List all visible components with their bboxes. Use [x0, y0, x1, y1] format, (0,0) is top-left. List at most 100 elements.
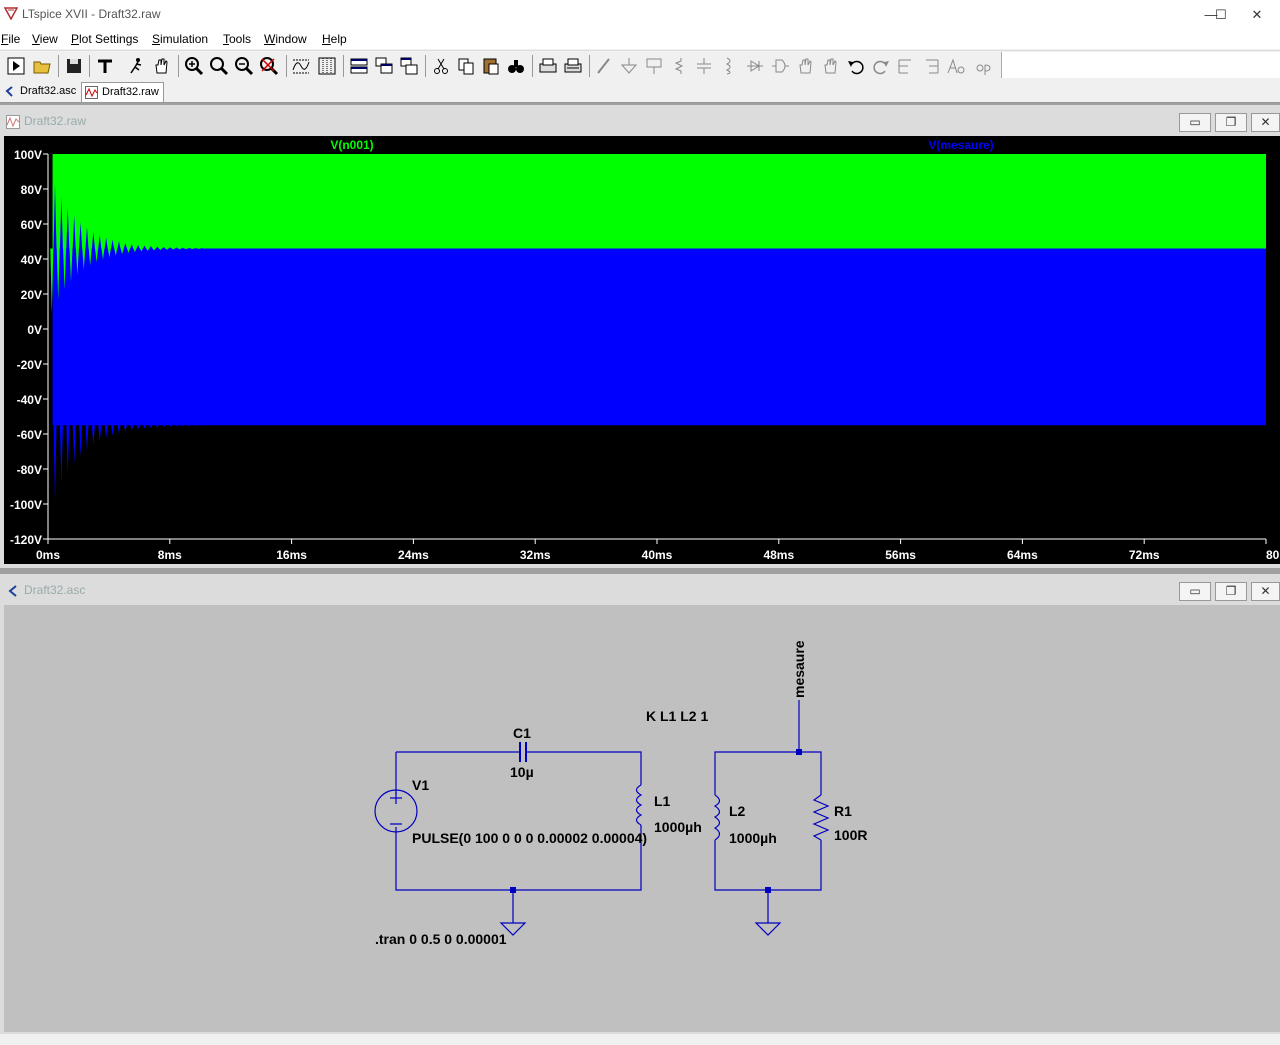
- schematic-window-title: Draft32.asc: [24, 583, 86, 597]
- inductor-icon[interactable]: [719, 56, 739, 76]
- schematic-canvas[interactable]: C1 10µ V1 PULSE(0 100 0 0 0 0.00002 0.00…: [4, 605, 1280, 1032]
- schematic-restore-button[interactable]: ❐: [1215, 582, 1247, 601]
- l1-name-label: L1: [654, 793, 671, 809]
- inductor-l2[interactable]: [713, 794, 721, 841]
- resistor-icon[interactable]: [669, 56, 689, 76]
- autorange-icon[interactable]: [291, 56, 311, 76]
- ground-left[interactable]: [499, 890, 527, 936]
- redo-icon[interactable]: [871, 56, 891, 76]
- spice-directive-icon[interactable]: [972, 56, 992, 76]
- copy-icon[interactable]: [456, 56, 476, 76]
- title-bar: LTspice XVII - Draft32.raw — ☐ ✕: [0, 0, 1280, 29]
- cascade-icon[interactable]: [374, 56, 394, 76]
- ground-icon[interactable]: [619, 56, 639, 76]
- menu-plot-settings[interactable]: Plot Settings: [71, 32, 138, 46]
- series-vmesaure-transient-low: [155, 425, 159, 428]
- menu-tools[interactable]: Tools: [223, 32, 251, 46]
- schematic-close-button[interactable]: ✕: [1251, 582, 1280, 601]
- y-tick-label: 0V: [27, 323, 42, 337]
- cut-icon[interactable]: [431, 56, 451, 76]
- y-tick-label: 40V: [21, 253, 42, 267]
- series-vmesaure-transient-low: [98, 425, 102, 442]
- tile-vertical-icon[interactable]: [399, 56, 419, 76]
- menu-view[interactable]: View: [32, 32, 58, 46]
- series-vmesaure-transient-low: [117, 425, 121, 434]
- trace-label-vn001[interactable]: V(n001): [330, 138, 373, 152]
- window-title: LTspice XVII - Draft32.raw: [22, 7, 161, 21]
- zoom-pan-icon[interactable]: [209, 56, 229, 76]
- component-icon[interactable]: [770, 56, 790, 76]
- drag-hand-icon[interactable]: [820, 56, 840, 76]
- x-tick-label: 16ms: [276, 548, 307, 562]
- plot-close-button[interactable]: ✕: [1251, 113, 1280, 132]
- series-vmesaure-transient-low: [79, 425, 83, 457]
- tab-label: Draft32.raw: [102, 86, 159, 98]
- menu-file[interactable]: File: [1, 32, 20, 46]
- series-vmesaure-transient-low: [174, 425, 178, 427]
- grid-icon[interactable]: [317, 56, 337, 76]
- plot-window-titlebar: Draft32.raw ▭ ❐ ✕: [0, 105, 1280, 137]
- plot-restore-button[interactable]: ❐: [1215, 113, 1247, 132]
- waveform-plot-area[interactable]: 100V 80V 60V 40V 20V 0V -20V -40V -60V -80V -100V -…: [4, 136, 1280, 564]
- series-vmesaure-transient-low: [91, 425, 95, 446]
- x-tick-label: 32ms: [520, 548, 551, 562]
- mirror-icon[interactable]: [921, 56, 941, 76]
- rotate-icon[interactable]: [896, 56, 916, 76]
- status-bar: [0, 1034, 1280, 1045]
- inductor-l1[interactable]: [635, 784, 643, 826]
- series-vmesaure-transient-low: [168, 425, 172, 427]
- diode-icon[interactable]: [745, 56, 765, 76]
- waveform-chart[interactable]: 100V 80V 60V 40V 20V 0V -20V -40V -60V -80V -100V -…: [4, 136, 1280, 564]
- series-vmesaure-transient-low: [143, 425, 147, 429]
- undo-icon[interactable]: [846, 56, 866, 76]
- text-icon[interactable]: [946, 56, 966, 76]
- paste-icon[interactable]: [481, 56, 501, 76]
- capacitor-c1[interactable]: [519, 742, 527, 762]
- zoom-fit-icon[interactable]: [259, 56, 279, 76]
- y-tick-label: -100V: [10, 498, 42, 512]
- draw-wire-icon[interactable]: [594, 56, 614, 76]
- x-tick-label: 48ms: [763, 548, 794, 562]
- print-icon[interactable]: [538, 56, 558, 76]
- schematic-minimize-button[interactable]: ▭: [1179, 582, 1211, 601]
- find-binoculars-icon[interactable]: [506, 56, 526, 76]
- net-label-mesaure[interactable]: mesaure: [791, 640, 807, 698]
- open-folder-icon[interactable]: [32, 56, 52, 76]
- label-net-icon[interactable]: [644, 56, 664, 76]
- print-preview-icon[interactable]: [563, 56, 583, 76]
- resistor-r1[interactable]: [812, 794, 830, 841]
- menu-window[interactable]: Window: [264, 32, 307, 46]
- series-vmesaure-transient-low: [130, 425, 134, 431]
- x-tick-label: 24ms: [398, 548, 429, 562]
- menu-simulation[interactable]: Simulation: [152, 32, 208, 46]
- ground-right[interactable]: [754, 890, 782, 936]
- move-hand-icon[interactable]: [795, 56, 815, 76]
- y-tick-label: -80V: [17, 463, 42, 477]
- zoom-in-icon[interactable]: [184, 56, 204, 76]
- tran-directive[interactable]: .tran 0 0.5 0 0.00001: [375, 931, 507, 947]
- hand-icon[interactable]: [151, 56, 171, 76]
- ltspice-app-icon: [4, 7, 18, 20]
- y-tick-label: -60V: [17, 428, 42, 442]
- v1-value-label: PULSE(0 100 0 0 0 0.00002 0.00004): [412, 830, 647, 846]
- wire-right-loop[interactable]: [714, 751, 822, 891]
- tab-label: Draft32.asc: [20, 85, 77, 97]
- run-man-icon[interactable]: [126, 56, 146, 76]
- series-vmesaure-transient-low: [66, 425, 70, 474]
- trace-label-vmesaure[interactable]: V(mesaure): [928, 138, 993, 152]
- plot-minimize-button[interactable]: ▭: [1179, 113, 1211, 132]
- tile-horizontal-icon[interactable]: [349, 56, 369, 76]
- tab-draft32-raw[interactable]: Draft32.raw: [81, 82, 164, 102]
- menu-help[interactable]: Help: [322, 32, 347, 46]
- waveform-icon: [6, 115, 20, 129]
- control-panel-icon[interactable]: [95, 56, 115, 76]
- save-icon[interactable]: [64, 56, 84, 76]
- run-icon[interactable]: [6, 56, 26, 76]
- capacitor-icon[interactable]: [694, 56, 714, 76]
- close-button[interactable]: ✕: [1234, 0, 1280, 29]
- zoom-out-icon[interactable]: [234, 56, 254, 76]
- coupling-directive[interactable]: K L1 L2 1: [646, 708, 708, 724]
- tab-draft32-asc[interactable]: Draft32.asc: [0, 82, 80, 101]
- series-vmesaure-band: [52, 248, 1266, 426]
- series-vmesaure-transient-low: [162, 425, 166, 428]
